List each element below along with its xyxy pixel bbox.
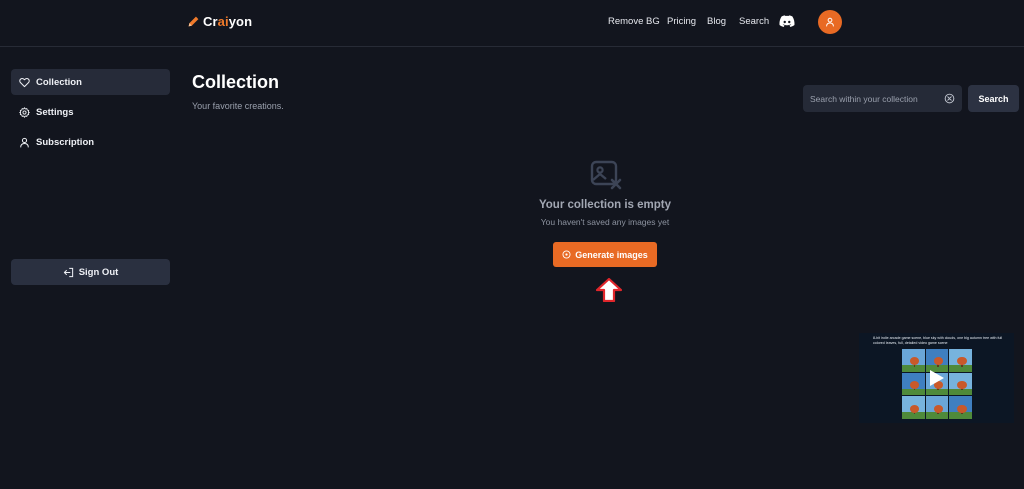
image-off-icon bbox=[590, 160, 622, 190]
collection-search bbox=[803, 85, 962, 112]
empty-state-subtitle: You haven't saved any images yet bbox=[540, 217, 670, 227]
sidebar-item-settings[interactable]: Settings bbox=[11, 99, 170, 125]
grid-image bbox=[902, 349, 925, 372]
plus-circle-icon bbox=[562, 250, 571, 259]
user-icon bbox=[826, 17, 834, 27]
sign-out-icon bbox=[63, 267, 73, 277]
generate-images-label: Generate images bbox=[575, 249, 648, 260]
top-bar: Craiyon Remove BG Pricing Blog Search bbox=[0, 0, 1024, 47]
grid-image bbox=[949, 372, 972, 396]
page-title: Collection bbox=[192, 72, 280, 92]
avatar[interactable] bbox=[818, 10, 842, 34]
nav-remove-bg[interactable]: Remove BG bbox=[608, 16, 660, 27]
sidebar-item-label: Settings bbox=[36, 106, 74, 118]
search-input[interactable] bbox=[810, 93, 944, 104]
video-caption: 8-bit indie arcade game scene, blue sky … bbox=[873, 336, 1003, 345]
grid-image bbox=[925, 396, 949, 419]
search-button[interactable]: Search bbox=[968, 85, 1019, 112]
sidebar-item-subscription[interactable]: Subscription bbox=[11, 129, 170, 155]
grid-image bbox=[902, 372, 925, 396]
heart-icon bbox=[19, 77, 30, 87]
up-arrow-icon bbox=[596, 278, 622, 302]
page-subtitle: Your favorite creations. bbox=[192, 101, 284, 111]
generate-images-button[interactable]: Generate images bbox=[553, 242, 657, 267]
sign-out-button[interactable]: Sign Out bbox=[11, 259, 170, 285]
gear-icon bbox=[19, 106, 30, 118]
clear-icon[interactable] bbox=[944, 93, 955, 104]
sign-out-label: Sign Out bbox=[78, 266, 119, 278]
sidebar-item-label: Subscription bbox=[36, 136, 95, 148]
video-preview[interactable]: 8-bit indie arcade game scene, blue sky … bbox=[859, 333, 1014, 423]
play-icon[interactable] bbox=[929, 369, 945, 387]
sidebar-item-label: Collection bbox=[36, 76, 82, 88]
user-icon bbox=[20, 137, 29, 147]
grid-image bbox=[949, 396, 972, 419]
grid-image bbox=[949, 349, 972, 372]
sidebar-item-collection[interactable]: Collection bbox=[11, 69, 170, 95]
grid-image bbox=[902, 396, 925, 419]
top-nav: Remove BG Pricing Blog Search bbox=[0, 16, 1024, 30]
empty-state-title: Your collection is empty bbox=[538, 199, 672, 211]
nav-search[interactable]: Search bbox=[739, 16, 769, 27]
nav-blog[interactable]: Blog bbox=[707, 16, 726, 27]
nav-pricing[interactable]: Pricing bbox=[667, 16, 696, 27]
discord-icon[interactable] bbox=[779, 15, 795, 27]
